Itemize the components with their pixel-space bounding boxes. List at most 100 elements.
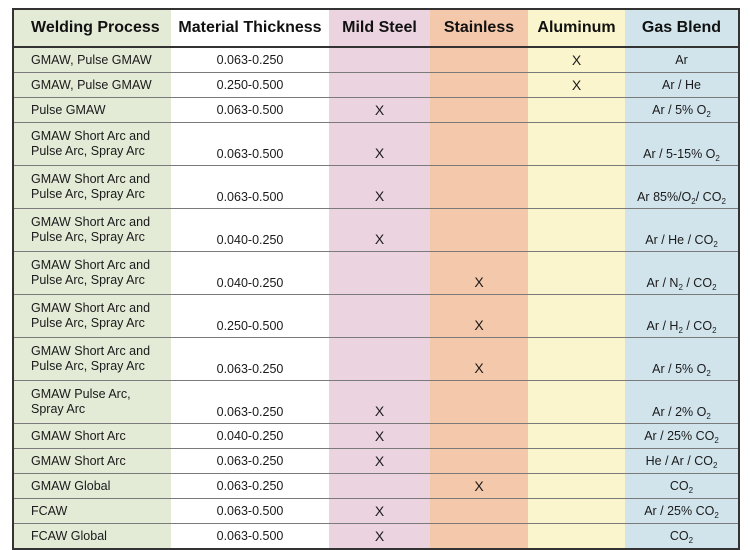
cell-gas-blend: CO2 bbox=[625, 523, 739, 549]
cell-stainless: X bbox=[430, 294, 528, 338]
cell-material-thickness: 0.250-0.500 bbox=[171, 72, 329, 98]
process-line: GMAW, Pulse GMAW bbox=[31, 77, 152, 92]
process-line: GMAW Short Arc and bbox=[31, 215, 151, 229]
process-line: Spray Arc bbox=[31, 402, 86, 416]
gas-subscript: 2 bbox=[688, 486, 694, 495]
gas-subscript: 2 bbox=[714, 436, 719, 445]
cell-stainless bbox=[430, 423, 528, 449]
process-line: Pulse GMAW bbox=[31, 102, 106, 117]
cell-aluminum bbox=[528, 251, 625, 295]
process-line: GMAW Short Arc and bbox=[31, 172, 151, 186]
header-mild-steel: Mild Steel bbox=[329, 9, 430, 48]
gas-text: Ar / 25% CO bbox=[644, 429, 715, 443]
process-line: GMAW Short Arc and bbox=[31, 301, 151, 315]
cell-gas-blend: Ar / 2% O2 bbox=[625, 380, 739, 424]
gas-subscript: 2 bbox=[712, 326, 717, 335]
process-line: GMAW Short Arc and bbox=[31, 344, 151, 358]
cell-welding-process: GMAW Short Arc bbox=[13, 423, 171, 449]
process-line: GMAW Short Arc bbox=[31, 428, 126, 443]
cell-gas-blend: Ar / 25% CO2 bbox=[625, 498, 739, 524]
gas-text: / CO bbox=[682, 319, 713, 333]
table-row: GMAW Short Arc and Pulse Arc, Spray Arc 0.… bbox=[13, 165, 739, 209]
cell-material-thickness: 0.063-0.500 bbox=[171, 122, 329, 166]
cell-material-thickness: 0.063-0.250 bbox=[171, 337, 329, 381]
process-line: GMAW Global bbox=[31, 478, 111, 493]
table-header: Welding Process Material Thickness Mild … bbox=[13, 9, 739, 48]
cell-material-thickness: 0.063-0.500 bbox=[171, 498, 329, 524]
process-line: GMAW Short Arc bbox=[31, 453, 126, 468]
process-line: Pulse Arc, Spray Arc bbox=[31, 273, 145, 287]
table-row: GMAW Pulse Arc, Spray Arc 0.063-0.250 X Ar /… bbox=[13, 380, 739, 424]
process-line: GMAW Short Arc and bbox=[31, 129, 151, 143]
cell-stainless: X bbox=[430, 473, 528, 499]
gas-text: Ar / N bbox=[646, 276, 679, 290]
cell-stainless: X bbox=[430, 337, 528, 381]
cell-stainless bbox=[430, 97, 528, 123]
cell-mild-steel: X bbox=[329, 165, 430, 209]
cell-gas-blend: Ar bbox=[625, 47, 739, 73]
cell-welding-process: Pulse GMAW bbox=[13, 97, 171, 123]
cell-welding-process: GMAW Pulse Arc, Spray Arc bbox=[13, 380, 171, 424]
gas-text: Ar / 5% O bbox=[652, 103, 707, 117]
process-line: GMAW, Pulse GMAW bbox=[31, 52, 152, 67]
cell-mild-steel bbox=[329, 251, 430, 295]
cell-gas-blend: Ar / 5-15% O2 bbox=[625, 122, 739, 166]
gas-text: Ar / 5-15% O bbox=[643, 147, 716, 161]
gas-text: Ar / 2% O bbox=[652, 405, 707, 419]
cell-welding-process: GMAW Short Arc and Pulse Arc, Spray Arc bbox=[13, 165, 171, 209]
cell-mild-steel bbox=[329, 473, 430, 499]
table-row: GMAW Short Arc and Pulse Arc, Spray Arc 0.… bbox=[13, 294, 739, 338]
cell-mild-steel: X bbox=[329, 523, 430, 549]
gas-text: Ar / He / CO bbox=[645, 233, 714, 247]
cell-aluminum bbox=[528, 165, 625, 209]
gas-text: CO bbox=[669, 529, 689, 543]
process-line: Pulse Arc, Spray Arc bbox=[31, 230, 145, 244]
cell-gas-blend: Ar / 5% O2 bbox=[625, 97, 739, 123]
table-row: GMAW Short Arc and Pulse Arc, Spray Arc 0.… bbox=[13, 122, 739, 166]
gas-text: CO bbox=[669, 479, 689, 493]
table-row: GMAW Short Arc and Pulse Arc, Spray Arc 0.… bbox=[13, 337, 739, 381]
process-line: Pulse Arc, Spray Arc bbox=[31, 359, 145, 373]
cell-welding-process: GMAW, Pulse GMAW bbox=[13, 72, 171, 98]
welding-gas-table: Welding Process Material Thickness Mild … bbox=[12, 8, 740, 550]
gas-text: Ar / 5% O bbox=[652, 362, 707, 376]
cell-mild-steel: X bbox=[329, 122, 430, 166]
table-row: GMAW, Pulse GMAW 0.250-0.500 X Ar / He bbox=[13, 72, 739, 98]
gas-subscript: 2 bbox=[712, 461, 718, 470]
cell-stainless bbox=[430, 122, 528, 166]
cell-mild-steel bbox=[329, 72, 430, 98]
table-row: FCAW Global 0.063-0.500 X CO2 bbox=[13, 523, 739, 549]
table-row: GMAW Short Arc and Pulse Arc, Spray Arc 0.… bbox=[13, 208, 739, 252]
gas-subscript: 2 bbox=[712, 283, 717, 292]
gas-text: Ar / 25% CO bbox=[644, 504, 715, 518]
cell-aluminum bbox=[528, 122, 625, 166]
cell-mild-steel bbox=[329, 337, 430, 381]
cell-material-thickness: 0.063-0.250 bbox=[171, 473, 329, 499]
gas-text: He / Ar / CO bbox=[645, 454, 713, 468]
cell-material-thickness: 0.063-0.250 bbox=[171, 47, 329, 73]
gas-subscript: 2 bbox=[688, 536, 694, 545]
cell-mild-steel: X bbox=[329, 97, 430, 123]
cell-welding-process: GMAW Short Arc bbox=[13, 448, 171, 474]
gas-text: Ar bbox=[675, 53, 688, 67]
cell-stainless bbox=[430, 47, 528, 73]
table-row: Pulse GMAW 0.063-0.500 X Ar / 5% O2 bbox=[13, 97, 739, 123]
cell-gas-blend: CO2 bbox=[625, 473, 739, 499]
cell-gas-blend: Ar / N2 / CO2 bbox=[625, 251, 739, 295]
cell-gas-blend: Ar / He / CO2 bbox=[625, 208, 739, 252]
header-gas-blend: Gas Blend bbox=[625, 9, 739, 48]
cell-aluminum bbox=[528, 498, 625, 524]
cell-mild-steel: X bbox=[329, 498, 430, 524]
header-row: Welding Process Material Thickness Mild … bbox=[13, 9, 739, 48]
cell-welding-process: GMAW Global bbox=[13, 473, 171, 499]
cell-material-thickness: 0.250-0.500 bbox=[171, 294, 329, 338]
header-stainless: Stainless bbox=[430, 9, 528, 48]
cell-welding-process: GMAW Short Arc and Pulse Arc, Spray Arc bbox=[13, 122, 171, 166]
gas-subscript: 2 bbox=[706, 369, 711, 378]
cell-gas-blend: Ar / 5% O2 bbox=[625, 337, 739, 381]
cell-stainless bbox=[430, 498, 528, 524]
cell-stainless bbox=[430, 208, 528, 252]
cell-material-thickness: 0.063-0.500 bbox=[171, 97, 329, 123]
header-material-thickness: Material Thickness bbox=[171, 9, 329, 48]
gas-text: / CO bbox=[682, 276, 713, 290]
